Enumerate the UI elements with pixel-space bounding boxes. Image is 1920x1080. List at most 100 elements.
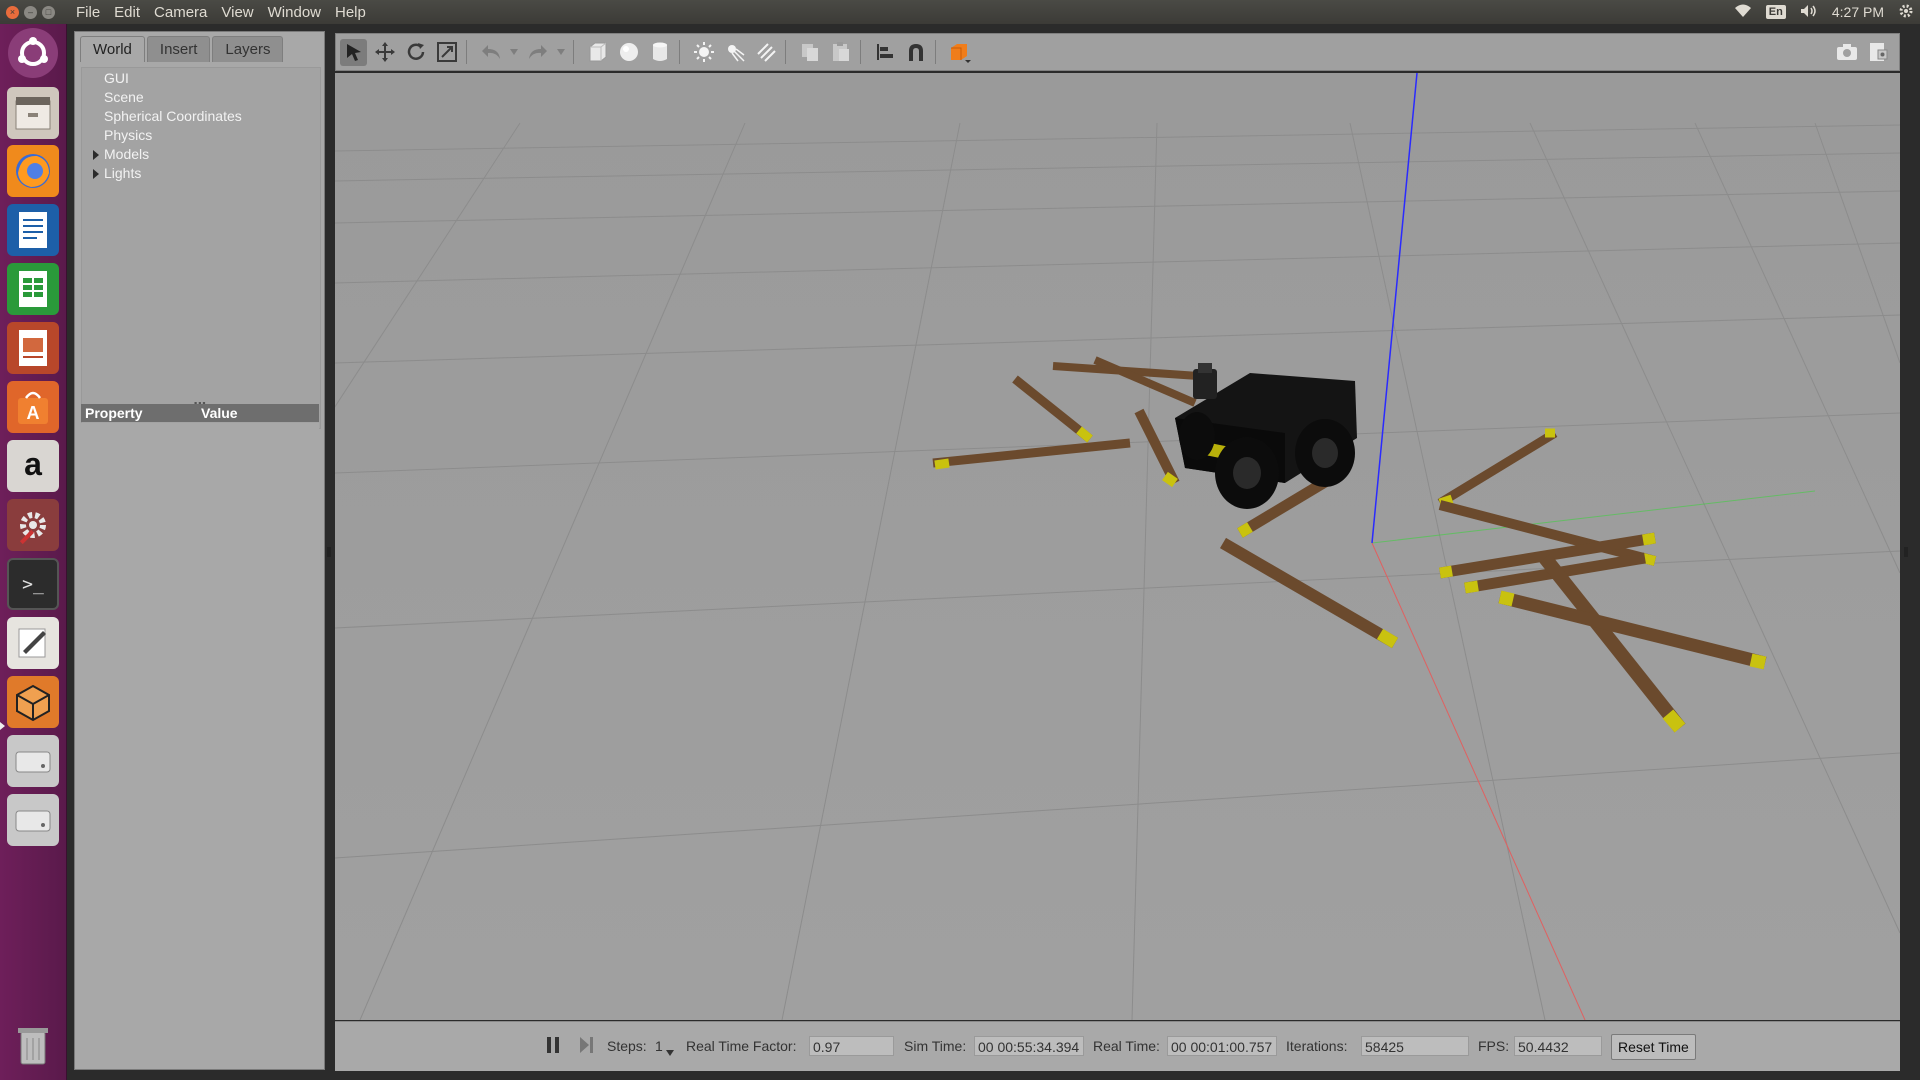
menu-camera[interactable]: Camera — [147, 4, 214, 21]
iterations-field: 58425 — [1361, 1036, 1469, 1056]
simulation-status-bar: Steps: 1 Real Time Factor: 0.97 Sim Time… — [335, 1021, 1900, 1071]
copy-icon[interactable] — [796, 39, 823, 66]
maximize-window-button[interactable]: □ — [42, 5, 55, 19]
reset-time-button[interactable]: Reset Time — [1611, 1034, 1696, 1060]
toolbar-separator — [466, 40, 467, 64]
toolbar — [335, 33, 1900, 71]
redo-icon[interactable] — [524, 39, 551, 66]
scale-mode-icon[interactable] — [433, 39, 460, 66]
plank-cap — [1498, 590, 1515, 607]
property-table — [81, 423, 319, 1063]
menu-help[interactable]: Help — [328, 4, 373, 21]
amazon-icon[interactable]: a — [7, 440, 59, 492]
drive-icon[interactable] — [7, 735, 59, 787]
panel-tabs: World Insert Layers — [80, 36, 284, 62]
view-angle-icon[interactable] — [946, 39, 973, 66]
undo-dropdown-icon[interactable] — [508, 39, 520, 66]
log-icon[interactable] — [1864, 39, 1891, 66]
align-icon[interactable] — [871, 39, 898, 66]
tab-layers[interactable]: Layers — [212, 36, 284, 62]
plank-cap — [1464, 580, 1479, 594]
plank-cap — [1376, 628, 1399, 649]
system-tray: En 4:27 PM — [1734, 0, 1914, 24]
cylinder-icon[interactable] — [646, 39, 673, 66]
redo-dropdown-icon[interactable] — [555, 39, 567, 66]
volume-icon[interactable] — [1800, 4, 1818, 21]
close-window-button[interactable]: × — [6, 5, 19, 19]
world-panel: World Insert Layers GUI Scene Spherical … — [74, 31, 325, 1070]
expand-arrow-icon[interactable] — [93, 150, 99, 160]
gear-icon[interactable] — [1898, 3, 1914, 22]
libreoffice-writer-icon[interactable] — [7, 204, 59, 256]
rotate-mode-icon[interactable] — [402, 39, 429, 66]
menu-file[interactable]: File — [69, 4, 107, 21]
libreoffice-calc-icon[interactable] — [7, 263, 59, 315]
snap-icon[interactable] — [902, 39, 929, 66]
wifi-icon[interactable] — [1734, 4, 1752, 21]
right-panel-collapse-handle[interactable] — [1904, 547, 1908, 557]
firefox-icon[interactable] — [7, 145, 59, 197]
steps-label: Steps: — [607, 1038, 647, 1054]
top-menu-bar: × – □ File Edit Camera View Window Help … — [0, 0, 1920, 24]
tree-item-spherical-coordinates[interactable]: Spherical Coordinates — [104, 108, 242, 124]
minimize-window-button[interactable]: – — [24, 5, 37, 19]
text-editor-icon[interactable] — [7, 617, 59, 669]
real-time-factor-field: 0.97 — [809, 1036, 894, 1056]
files-icon[interactable] — [7, 87, 59, 139]
tree-item-models[interactable]: Models — [93, 146, 149, 162]
ground-plane — [335, 73, 1900, 1020]
screenshot-icon[interactable] — [1833, 39, 1860, 66]
box-icon[interactable] — [584, 39, 611, 66]
keyboard-layout-indicator[interactable]: En — [1765, 5, 1786, 19]
point-light-icon[interactable] — [690, 39, 717, 66]
tree-item-gui[interactable]: GUI — [104, 70, 129, 86]
ubuntu-dash-icon[interactable] — [8, 28, 58, 78]
undo-icon[interactable] — [477, 39, 504, 66]
value-column-header[interactable]: Value — [201, 405, 238, 421]
real-time-factor-label: Real Time Factor: — [686, 1038, 797, 1054]
tab-insert[interactable]: Insert — [146, 36, 211, 62]
tree-item-physics[interactable]: Physics — [104, 127, 152, 143]
robot-sensor-top — [1198, 363, 1212, 373]
real-time-label: Real Time: — [1093, 1038, 1160, 1054]
plank-cap — [1642, 532, 1656, 546]
tree-item-scene[interactable]: Scene — [104, 89, 144, 105]
spot-light-icon[interactable] — [721, 39, 748, 66]
menu-window[interactable]: Window — [261, 4, 328, 21]
plank-cap — [1162, 471, 1178, 488]
step-icon[interactable] — [579, 1036, 595, 1057]
directional-light-icon[interactable] — [752, 39, 779, 66]
left-panel-collapse-handle[interactable] — [327, 547, 331, 557]
software-center-icon[interactable]: A — [7, 381, 59, 433]
select-mode-icon[interactable] — [340, 38, 367, 66]
robot-wheel-hub — [1233, 457, 1261, 489]
terminal-icon[interactable]: >_ — [7, 558, 59, 610]
clock[interactable]: 4:27 PM — [1832, 4, 1884, 20]
property-column-header[interactable]: Property — [85, 405, 143, 421]
iterations-label: Iterations: — [1286, 1038, 1348, 1054]
steps-dropdown-icon[interactable] — [666, 1043, 674, 1059]
steps-value[interactable]: 1 — [655, 1038, 663, 1054]
trash-icon[interactable] — [7, 1020, 59, 1072]
scene-3d-viewport[interactable] — [335, 73, 1900, 1020]
menu-edit[interactable]: Edit — [107, 4, 147, 21]
property-table-header: Property Value — [81, 404, 319, 422]
toolbar-separator — [785, 40, 786, 64]
sphere-icon[interactable] — [615, 39, 642, 66]
tab-world[interactable]: World — [80, 36, 145, 62]
fps-label: FPS: — [1478, 1038, 1510, 1054]
paste-icon[interactable] — [827, 39, 854, 66]
toolbar-separator — [573, 40, 574, 64]
window-buttons: × – □ — [6, 5, 55, 19]
menu-view[interactable]: View — [214, 4, 260, 21]
libreoffice-impress-icon[interactable] — [7, 322, 59, 374]
drive-icon-2[interactable] — [7, 794, 59, 846]
system-settings-icon[interactable] — [7, 499, 59, 551]
expand-arrow-icon[interactable] — [93, 169, 99, 179]
sim-time-label: Sim Time: — [904, 1038, 967, 1054]
tree-item-lights[interactable]: Lights — [93, 165, 141, 181]
translate-mode-icon[interactable] — [371, 39, 398, 66]
plank-cap — [1237, 522, 1253, 538]
pause-icon[interactable] — [545, 1036, 561, 1057]
gazebo-icon[interactable] — [7, 676, 59, 728]
